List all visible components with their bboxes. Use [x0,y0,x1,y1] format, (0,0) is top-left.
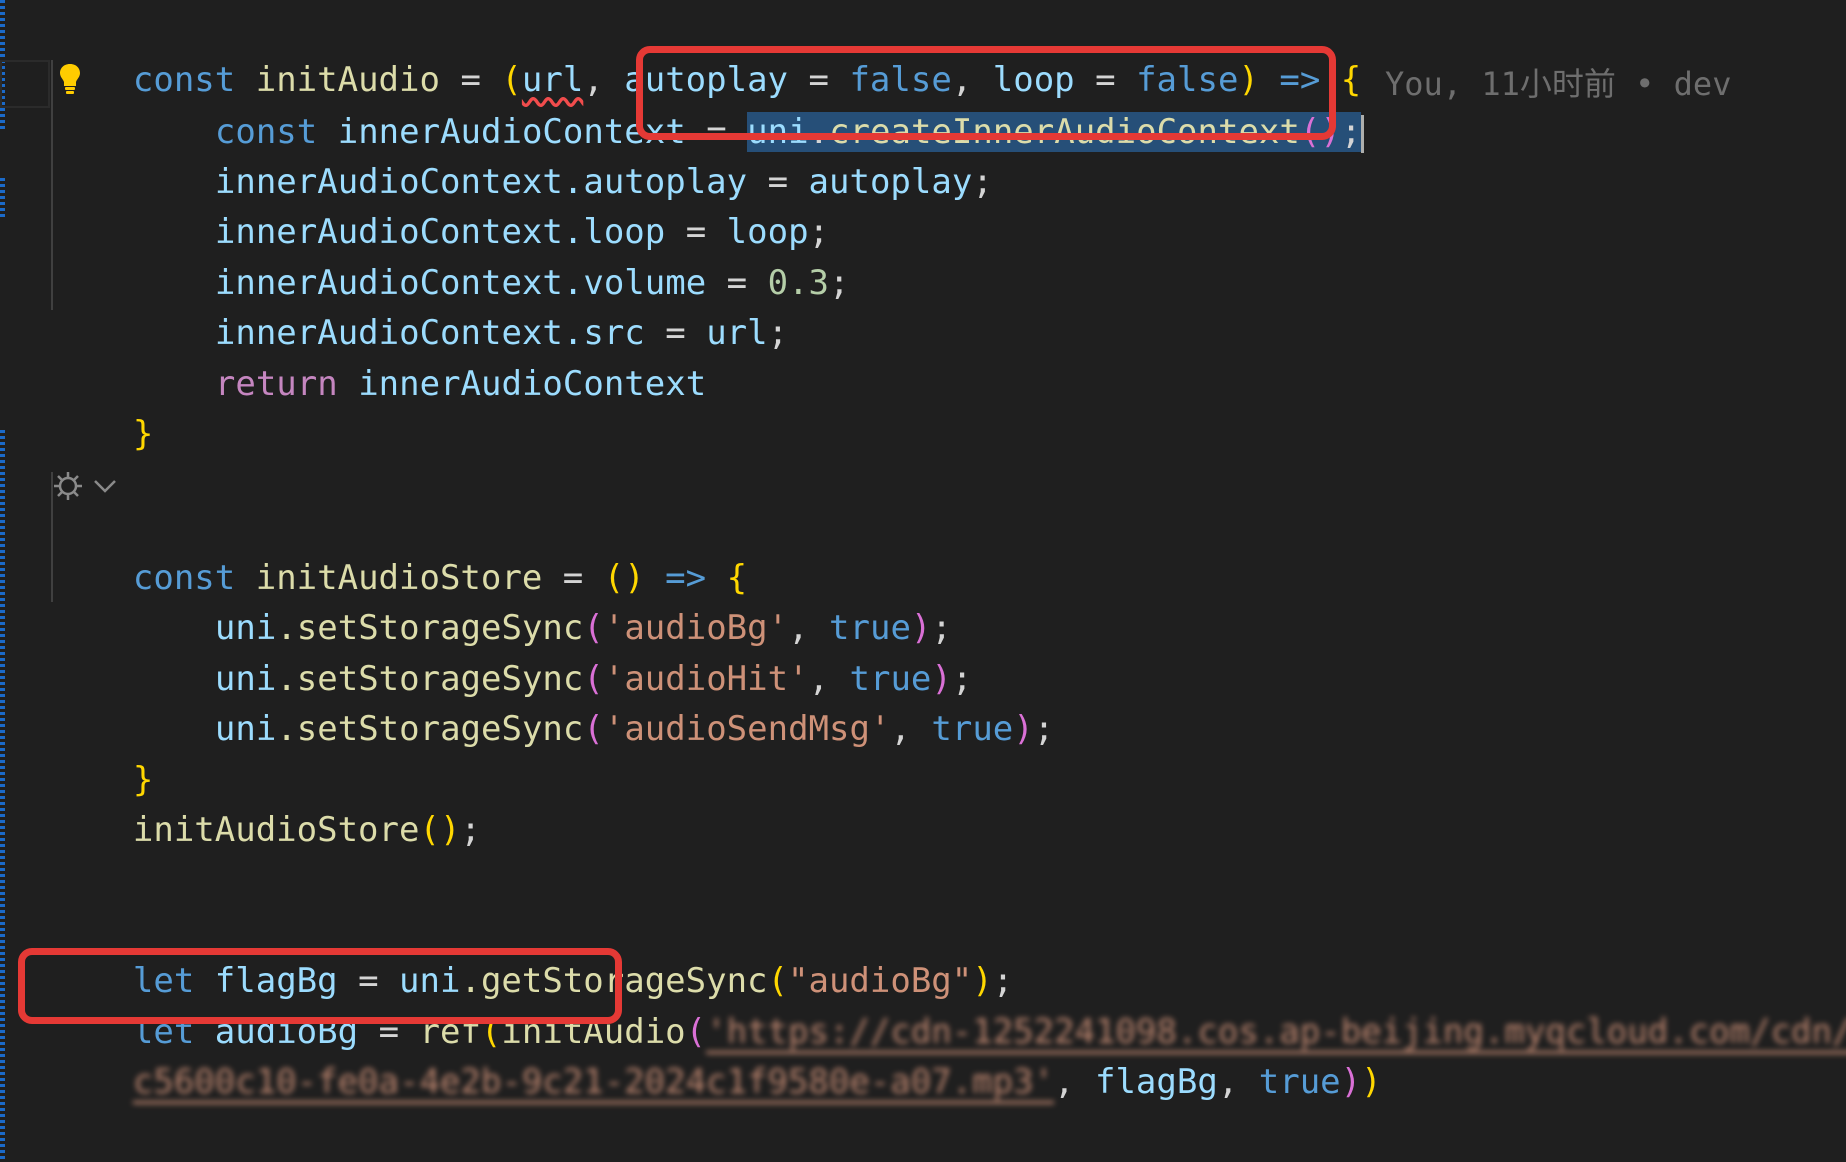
code-line-15[interactable]: let flagBg = uni.getStorageSync("audioBg… [51,909,1013,1001]
bracket: ) [1013,709,1034,749]
git-blame-annotation: You, 11小时前 • dev [1385,65,1732,103]
code-line-7[interactable]: return innerAudioContext [51,312,706,404]
identifier: autoplay [808,162,973,202]
current-line-highlight [0,60,50,108]
code-line-4[interactable]: innerAudioContext.loop = loop; [51,160,829,252]
identifier: url [706,313,768,353]
gutter-change-marker [0,178,5,220]
literal: true [1258,1062,1341,1102]
codelens[interactable] [52,466,118,506]
punct: ; [460,810,481,850]
refactor-icon[interactable] [52,470,84,502]
string-url-redacted: c5600c10-fe0a-4e2b-9c21-2024c1f9580e-a07… [132,1062,1055,1102]
identifier: uni [214,709,277,749]
code-line-11[interactable]: uni.setStorageSync('audioHit', true); [51,607,972,699]
bracket: () [419,810,461,850]
code-line-12[interactable]: uni.setStorageSync('audioSendMsg', true)… [51,657,1054,749]
punct: ; [972,162,993,202]
punct: , [1054,1062,1095,1102]
code-line-18[interactable]: debugger [51,1111,297,1159]
identifier: innerAudioContext [358,364,707,404]
code-line-2[interactable]: const innerAudioContext = uni.createInne… [51,60,1365,153]
code-line-10[interactable]: uni.setStorageSync('audioBg', true); [51,556,952,648]
punct: ; [1340,112,1362,152]
function-call: initAudioStore [132,810,420,850]
punct: , [1217,1062,1259,1102]
chevron-down-icon[interactable] [92,476,118,496]
literal: true [931,709,1014,749]
bracket: ) [1340,1062,1362,1102]
punct: ; [1033,709,1055,749]
code-line-14[interactable]: initAudioStore(); [51,758,481,850]
code-line-6[interactable]: innerAudioContext.src = url; [51,261,788,353]
code-line-3[interactable]: innerAudioContext.autoplay = autoplay; [51,110,993,202]
punct: ; [829,263,850,303]
text-cursor [1361,114,1365,153]
code-line-9[interactable]: const initAudioStore = () => { [51,506,747,598]
code-line-8[interactable]: } [51,362,153,454]
bracket: () [1299,112,1341,152]
method: .setStorageSync [276,709,584,749]
bracket: ( [583,709,604,749]
keyword: return [214,364,338,404]
code-line-5[interactable]: innerAudioContext.volume = 0.3; [51,211,850,303]
bracket: ) [1361,1062,1382,1102]
code-line-17[interactable]: c5600c10-fe0a-4e2b-9c21-2024c1f9580e-a07… [51,1010,1382,1102]
punct: ; [767,313,789,353]
bracket: } [132,414,154,454]
string: 'audioSendMsg' [603,709,891,749]
code-editor[interactable]: const initAudio = (url, autoplay = false… [0,0,1846,1162]
code-line-13[interactable]: } [51,708,153,800]
punct: , [890,709,932,749]
code-line-16[interactable]: let audioBg = ref(initAudio('https://cdn… [51,960,1846,1052]
gutter-change-marker [0,430,5,1162]
identifier: flagBg [1094,1062,1218,1102]
code-line-1[interactable]: const initAudio = (url, autoplay = false… [51,8,1361,100]
